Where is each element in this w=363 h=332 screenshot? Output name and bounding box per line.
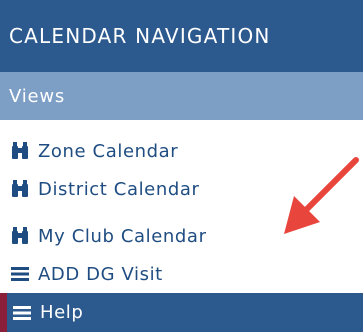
binoculars-icon: [12, 180, 28, 197]
nav-title: CALENDAR NAVIGATION: [9, 24, 271, 48]
calendar-navigation-panel: CALENDAR NAVIGATION Views Zone Calendar …: [0, 0, 363, 332]
menu-item-label: My Club Calendar: [38, 225, 207, 247]
menu-item-label: ADD DG Visit: [38, 263, 163, 285]
menu-item-label: District Calendar: [38, 178, 200, 200]
list-icon: [11, 267, 29, 281]
active-accent-bar: [0, 293, 7, 332]
views-section-header: Views: [0, 72, 363, 120]
views-section-label: Views: [9, 85, 66, 107]
list-icon: [13, 305, 31, 320]
nav-header: CALENDAR NAVIGATION: [0, 0, 363, 72]
annotation-arrow-icon: [284, 157, 359, 234]
menu-item-label: Zone Calendar: [38, 140, 179, 162]
binoculars-icon: [12, 227, 28, 244]
menu-item-add-dg-visit[interactable]: ADD DG Visit: [0, 254, 363, 294]
binoculars-icon: [12, 142, 28, 159]
help-menu-item[interactable]: Help: [0, 293, 363, 332]
help-label: Help: [40, 302, 84, 323]
